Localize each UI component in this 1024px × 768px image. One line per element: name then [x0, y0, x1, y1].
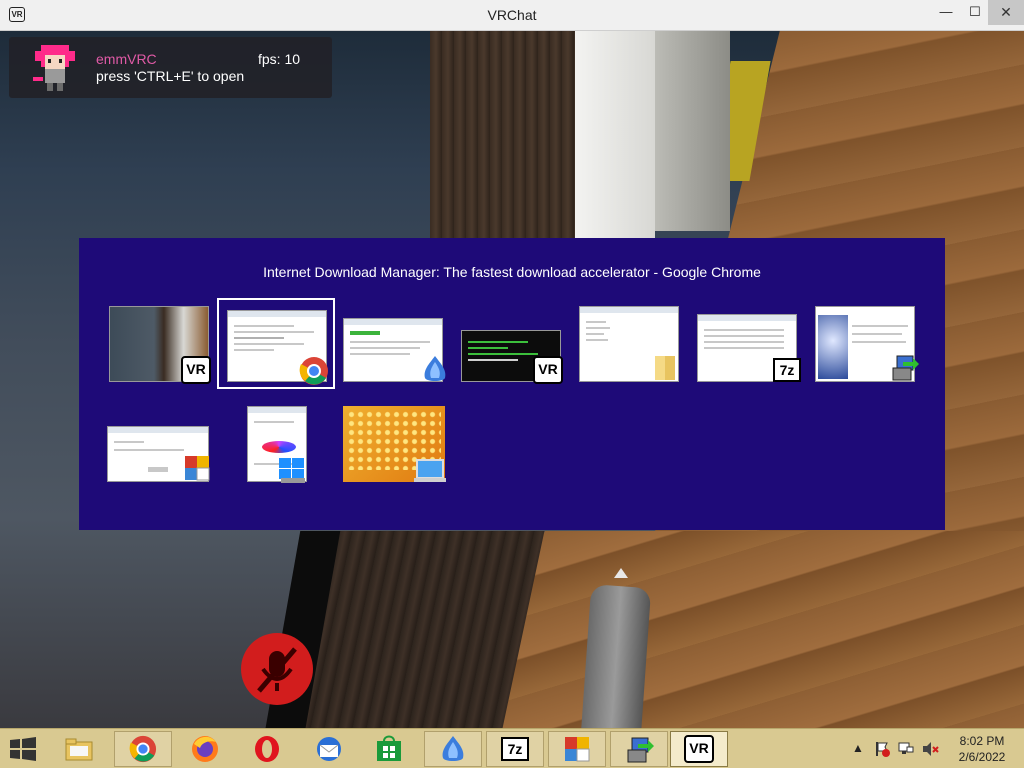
7zip-icon: 7z: [501, 737, 529, 761]
switcher-thumb-vrchat[interactable]: VR: [109, 306, 211, 384]
window-switcher: Internet Download Manager: The fastest d…: [79, 238, 945, 530]
switcher-thumb-installation-helper[interactable]: [107, 426, 210, 482]
minimize-button[interactable]: —: [931, 0, 961, 25]
folder-icon: [655, 356, 675, 380]
controller-arrow-icon: [614, 568, 628, 578]
taskbar-thunderbird[interactable]: [300, 731, 358, 767]
control-panel-icon: [185, 456, 210, 481]
window-titlebar: VR VRChat — ☐ ✕: [0, 0, 1024, 31]
switcher-thumb-desktop[interactable]: [343, 406, 447, 484]
desktop-icon: [414, 459, 446, 482]
microphone-muted-icon[interactable]: [241, 633, 313, 705]
windows-setup-icon: [279, 458, 305, 483]
volume-muted-icon[interactable]: [922, 741, 940, 757]
installer-icon: [892, 355, 919, 381]
emmvrc-name: emmVRC: [96, 51, 157, 67]
taskbar-installer[interactable]: [610, 731, 668, 767]
action-center-flag-icon[interactable]: [874, 741, 890, 757]
switcher-thumb-installer[interactable]: [815, 306, 919, 382]
network-icon[interactable]: [898, 741, 914, 757]
taskbar-7zip[interactable]: 7z: [486, 731, 544, 767]
taskbar-vrchat[interactable]: VR: [670, 731, 728, 767]
idm-icon: [424, 356, 446, 381]
control-panel-icon: [565, 737, 590, 762]
close-button[interactable]: ✕: [988, 0, 1024, 25]
taskbar-firefox[interactable]: [176, 731, 234, 767]
folder-icon: [65, 738, 93, 761]
switcher-selected-title: Internet Download Manager: The fastest d…: [263, 264, 761, 280]
clock-time: 8:02 PM: [959, 734, 1005, 748]
fps-counter: fps: 10: [258, 51, 301, 67]
switcher-thumb-idm[interactable]: [343, 318, 446, 382]
emmvrc-shortcut-hint: press 'CTRL+E' to open: [96, 68, 245, 84]
vrchat-icon: VR: [181, 356, 211, 384]
taskbar-chrome[interactable]: [114, 731, 172, 767]
taskbar-control-panel[interactable]: [548, 731, 606, 767]
idm-icon: [442, 736, 464, 761]
vrchat-icon: VR: [684, 735, 714, 763]
taskbar-opera[interactable]: [238, 731, 296, 767]
show-hidden-icons-icon[interactable]: ▲: [852, 741, 864, 755]
taskbar-store[interactable]: [360, 731, 418, 767]
emmvrc-overlay: emmVRC fps: 10 press 'CTRL+E' to open: [9, 37, 332, 98]
clock-date: 2/6/2022: [958, 750, 1006, 764]
window-title: VRChat: [487, 7, 537, 23]
pillar-shadow: [650, 31, 730, 231]
vr-controller: [578, 584, 652, 728]
taskbar-idm[interactable]: [424, 731, 482, 767]
windows-start-icon[interactable]: [9, 737, 37, 761]
chrome-icon: [129, 735, 157, 763]
installer-icon: [627, 737, 654, 763]
taskbar-file-explorer[interactable]: [50, 731, 108, 767]
switcher-thumb-windows-setup[interactable]: [247, 406, 307, 483]
white-pillar: [575, 31, 655, 241]
switcher-thumb-file-explorer[interactable]: [579, 306, 679, 382]
switcher-thumb-vrchat-console[interactable]: VR: [461, 330, 563, 384]
store-icon: [377, 735, 401, 761]
chrome-icon: [299, 357, 328, 385]
opera-icon: [255, 736, 279, 762]
taskbar-clock[interactable]: 8:02 PM 2/6/2022: [950, 733, 1014, 765]
emmvrc-avatar-icon: [33, 45, 75, 91]
wooden-pillar: [430, 31, 590, 271]
firefox-icon: [192, 736, 218, 762]
maximize-button[interactable]: ☐: [960, 0, 990, 25]
switcher-thumb-7zip[interactable]: 7z: [697, 314, 801, 382]
switcher-thumb-chrome[interactable]: [217, 298, 335, 389]
mail-icon: [317, 737, 341, 761]
7zip-icon: 7z: [773, 358, 801, 382]
vrchat-icon: VR: [533, 356, 563, 384]
taskbar: 7z VR ▲ 8:02 PM 2/6/2022: [0, 728, 1024, 768]
